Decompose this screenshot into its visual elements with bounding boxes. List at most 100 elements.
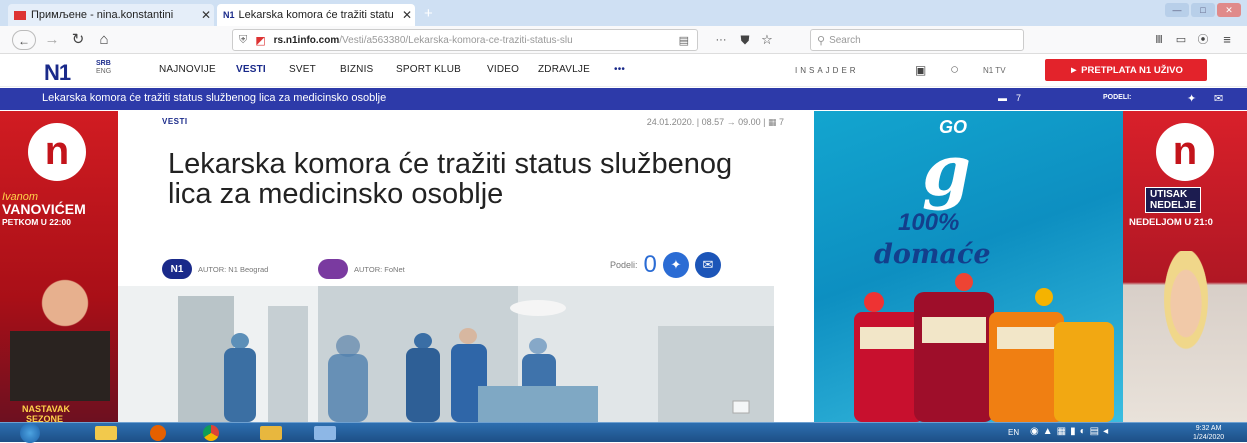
juice-bottles-image (854, 273, 1114, 422)
hospital-scene-image (118, 286, 774, 422)
search-icon: ⚲ (817, 34, 826, 47)
windows-taskbar: EN ◉▲▦▮◐▤◂ 9:32 AM 1/24/2020 (0, 422, 1247, 443)
url-domain: rs.n1info.com (273, 34, 340, 46)
library-icon[interactable]: Ⅲ (1150, 30, 1168, 50)
comment-icon[interactable]: ▬ (998, 93, 1007, 103)
navigation-bar: ← → ↻ ⌂ ⛨ ◩ rs.n1info.com /Vesti/a563380… (0, 26, 1247, 54)
fonet-avatar (318, 259, 348, 279)
left-ad-line5: SEZONE (26, 414, 64, 422)
firefox-icon[interactable] (150, 425, 166, 441)
email-share-icon[interactable]: ✉ (694, 252, 721, 278)
chrome-icon[interactable] (203, 425, 219, 441)
subscribe-live-button[interactable]: ► PRETPLATA N1 UŽIVO (1045, 59, 1207, 81)
menu-vesti[interactable]: VESTI (236, 64, 266, 75)
reader-view-icon[interactable]: ▤ (679, 34, 689, 47)
presenter-photo (10, 261, 110, 401)
forward-icon[interactable]: → (42, 30, 62, 50)
share-label: PODELI: (1103, 94, 1132, 101)
menu-najnovije[interactable]: NAJNOVIJE (159, 64, 216, 75)
middle-advertisement[interactable]: GO g 100% domaće (814, 111, 1123, 422)
mid-ad-line3: domaće (874, 239, 991, 270)
account-icon[interactable]: ⦿ (1194, 30, 1212, 50)
right-ad-line2: NEDELJE (1150, 200, 1197, 211)
url-path: /Vesti/a563380/Lekarska-komora-ce-trazit… (339, 34, 573, 46)
author-n1-label: AUTOR: N1 Beograd (198, 264, 269, 274)
nova-s-logo-icon: n (28, 123, 86, 181)
left-ad-line4: NASTAVAK (22, 404, 70, 414)
menu-sport-klub[interactable]: SPORT KLUB (396, 64, 461, 75)
left-advertisement[interactable]: n Ivanom VANOVIĆEM PETKOM U 22:00 NASTAV… (0, 111, 118, 422)
share-count: 0 (643, 251, 657, 278)
search-placeholder: Search (829, 34, 861, 46)
page-actions-icon[interactable]: ··· (710, 30, 732, 50)
clock-time: 9:32 AM (1195, 425, 1222, 432)
reload-icon[interactable]: ↻ (68, 30, 88, 50)
sticky-title: Lekarska komora će tražiti status službe… (42, 92, 387, 104)
author-fonet: AUTOR: FoNet (318, 259, 405, 279)
author-n1: N1 AUTOR: N1 Beograd (162, 259, 268, 279)
shield-icon: ⛨ (239, 33, 248, 46)
presenter-photo (1141, 251, 1231, 401)
left-ad-line3: PETKOM U 22:00 (2, 217, 71, 227)
language-indicator[interactable]: EN (1008, 428, 1019, 437)
back-icon[interactable]: ← (12, 30, 36, 50)
n1-favicon-icon: N1 (223, 10, 235, 20)
twitter-icon[interactable]: ✦ (1187, 92, 1196, 105)
maximize-icon[interactable]: □ (1191, 3, 1215, 17)
close-icon[interactable]: ✕ (198, 8, 214, 22)
section-label[interactable]: VESTI (162, 117, 188, 126)
tab-article[interactable]: N1 Lekarska komora će tražiti statu ✕ (217, 4, 415, 26)
article-body: VESTI 24.01.2020. | 08.57 → 09.00 | ▦ 7 … (118, 111, 814, 422)
close-window-icon[interactable]: ✕ (1217, 3, 1241, 17)
n1tv-dropdown[interactable]: N1 TV (983, 66, 1006, 75)
bookmark-star-icon[interactable]: ☆ (758, 30, 776, 50)
author-fonet-label: AUTOR: FoNet (354, 264, 405, 274)
comment-count[interactable]: 7 (1016, 93, 1021, 103)
utisak-badge: UTISAK NEDELJE (1145, 187, 1202, 213)
clock-date: 1/24/2020 (1193, 434, 1225, 441)
site-logo[interactable]: N1 (44, 60, 71, 86)
search-input[interactable]: ⚲ Search (810, 29, 1024, 51)
close-icon[interactable]: ✕ (399, 8, 415, 22)
explorer-icon[interactable] (95, 426, 117, 440)
clock[interactable]: 9:32 AM 1/24/2020 (1193, 424, 1224, 442)
url-bar[interactable]: ⛨ ◩ rs.n1info.com /Vesti/a563380/Lekarsk… (232, 29, 698, 51)
start-button-icon[interactable] (20, 423, 40, 443)
folder-icon[interactable] (260, 426, 282, 440)
menu-icon[interactable]: ≡ (1218, 30, 1236, 50)
tray-icons[interactable]: ◉▲▦▮◐▤◂ (1030, 426, 1112, 437)
tab-mail-label: Примљене - nina.konstantini (31, 9, 174, 21)
edition-selector[interactable]: SRB ENG (96, 60, 111, 76)
twitter-share-icon[interactable]: ✦ (662, 252, 689, 278)
n1-avatar: N1 (162, 259, 192, 279)
sidebar-icon[interactable]: ▭ (1172, 30, 1190, 50)
edition-label: SRB (96, 60, 111, 67)
new-tab-button[interactable]: + (424, 5, 433, 22)
article-sticky-bar: Lekarska komora će tražiti status službe… (0, 88, 1247, 110)
menu-more[interactable]: ••• (614, 64, 625, 75)
menu-zdravlje[interactable]: ZDRAVLJE (538, 64, 590, 75)
right-ad-line1: UTISAK (1150, 189, 1188, 200)
photo-viewer-icon[interactable] (314, 426, 336, 440)
tab-strip: Примљене - nina.konstantini ✕ N1 Lekarsk… (0, 0, 1247, 26)
mail-icon[interactable]: ✉ (1214, 92, 1223, 105)
video-icon[interactable]: ▣ (915, 63, 926, 77)
article-headline: Lekarska komora će tražiti status službe… (168, 148, 733, 210)
search-icon[interactable]: ○ (950, 61, 959, 78)
right-advertisement[interactable]: n UTISAK NEDELJE NEDELJOM U 21:0 (1123, 111, 1247, 422)
mid-ad-line2: 100% (898, 209, 960, 236)
left-ad-line2: VANOVIĆEM (2, 201, 86, 217)
pocket-icon[interactable]: ⛊ (736, 30, 754, 50)
nova-s-logo-icon: n (1156, 123, 1214, 181)
tab-article-label: Lekarska komora će tražiti statu (238, 9, 394, 21)
menu-svet[interactable]: SVET (289, 64, 316, 75)
menu-biznis[interactable]: BIZNIS (340, 64, 373, 75)
minimize-icon[interactable]: — (1165, 3, 1189, 17)
site-header: N1 SRB ENG NAJNOVIJE VESTI SVET BIZNIS S… (0, 55, 1247, 87)
window-controls: — □ ✕ (1165, 3, 1241, 17)
home-icon[interactable]: ⌂ (94, 30, 114, 50)
right-ad-line3: NEDELJOM U 21:0 (1129, 217, 1213, 228)
menu-video[interactable]: VIDEO (487, 64, 519, 75)
insajder-link[interactable]: INSAJDER (795, 66, 859, 75)
tab-mail[interactable]: Примљене - nina.konstantini ✕ (8, 4, 214, 26)
